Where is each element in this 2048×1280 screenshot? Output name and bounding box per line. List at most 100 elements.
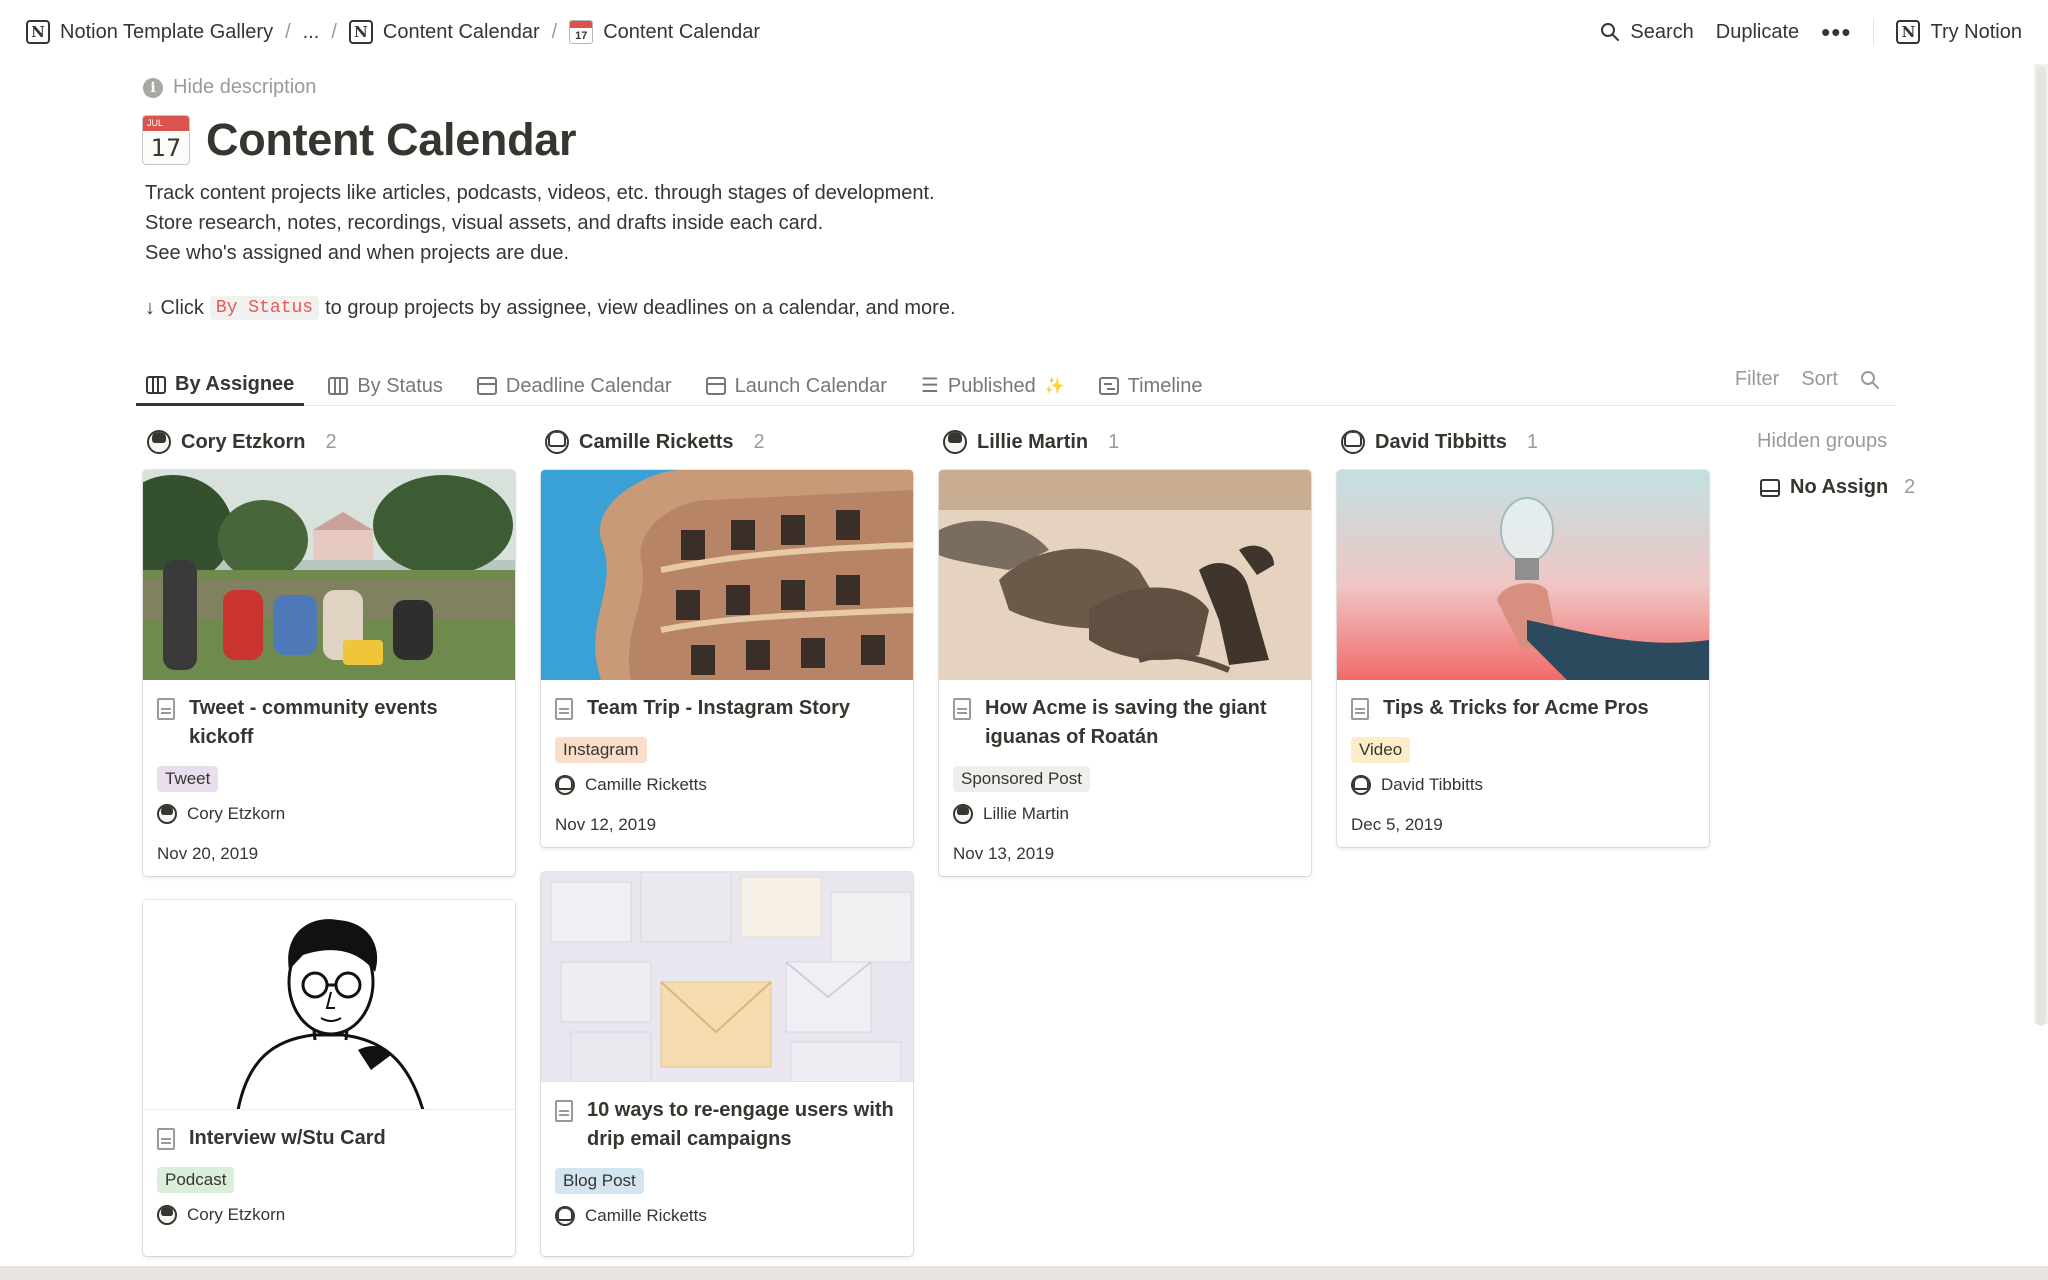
description-line: Store research, notes, recordings, visua… bbox=[145, 212, 824, 234]
notion-logo-icon: N bbox=[1896, 20, 1921, 44]
lightbulb-image bbox=[1337, 470, 1709, 680]
board-column-cory-etzkorn: Cory Etzkorn 2 Tweet - community events … bbox=[143, 420, 515, 1256]
card-title: How Acme is saving the giant iguanas of R… bbox=[953, 694, 1297, 752]
tag-instagram: Instagram bbox=[555, 737, 647, 763]
board-card[interactable]: Tips & Tricks for Acme Pros Video David … bbox=[1337, 470, 1709, 847]
column-count: 1 bbox=[1108, 430, 1120, 453]
envelopes-image bbox=[541, 872, 913, 1082]
tag-video: Video bbox=[1351, 737, 1411, 763]
scrollbar-thumb[interactable] bbox=[2036, 66, 2046, 1026]
avatar bbox=[147, 430, 171, 454]
tab-timeline[interactable]: Timeline bbox=[1089, 358, 1213, 406]
document-icon bbox=[953, 698, 971, 720]
info-icon: i bbox=[143, 77, 163, 98]
timeline-icon bbox=[1098, 377, 1119, 395]
search-icon[interactable] bbox=[1860, 370, 1880, 390]
notion-logo-icon: N bbox=[26, 20, 50, 44]
tag-podcast: Podcast bbox=[157, 1167, 235, 1193]
board-card[interactable]: Tweet - community events kickoff Tweet Co… bbox=[143, 470, 515, 876]
column-header[interactable]: David Tibbitts 1 bbox=[1337, 420, 1709, 464]
description-line: See who's assigned and when projects are… bbox=[145, 242, 570, 264]
card-title: 10 ways to re-engage users with drip emai… bbox=[555, 1096, 899, 1154]
card-cover-image bbox=[143, 470, 515, 680]
breadcrumb-item-ellipsis[interactable]: ... bbox=[303, 21, 320, 44]
page-title[interactable]: Content Calendar bbox=[206, 114, 577, 166]
tab-by-status[interactable]: By Status bbox=[318, 358, 453, 406]
breadcrumb-label: Notion Template Gallery bbox=[60, 20, 274, 43]
board-column-david-tibbitts: David Tibbitts 1 Tips & Tricks for Acme … bbox=[1337, 420, 1709, 847]
sort-button[interactable]: Sort bbox=[1801, 368, 1838, 391]
card-date: Nov 13, 2019 bbox=[953, 844, 1055, 863]
search-button[interactable]: Search bbox=[1600, 21, 1694, 44]
page-calendar-icon[interactable]: JUL 17 bbox=[142, 115, 190, 165]
avatar bbox=[1351, 775, 1371, 795]
breadcrumb-item-gallery[interactable]: N Notion Template Gallery bbox=[26, 20, 273, 44]
hint-text: ↓ Click By Status to group projects by a… bbox=[145, 296, 956, 320]
breadcrumb-item-current-page[interactable]: 17 Content Calendar bbox=[569, 20, 760, 44]
document-icon bbox=[555, 698, 573, 720]
breadcrumb-separator: / bbox=[285, 20, 291, 43]
column-count: 1 bbox=[1526, 430, 1538, 453]
card-date: Nov 12, 2019 bbox=[555, 815, 657, 834]
card-title: Tips & Tricks for Acme Pros bbox=[1351, 694, 1695, 723]
board-card[interactable]: How Acme is saving the giant iguanas of R… bbox=[939, 470, 1311, 876]
column-header[interactable]: Lillie Martin 1 bbox=[939, 420, 1311, 464]
try-notion-button[interactable]: N Try Notion bbox=[1896, 20, 2022, 44]
duplicate-button[interactable]: Duplicate bbox=[1716, 21, 1799, 44]
card-assignee: Cory Etzkorn bbox=[157, 804, 501, 824]
board-card[interactable]: Team Trip - Instagram Story Instagram Ca… bbox=[541, 470, 913, 847]
column-header[interactable]: Camille Ricketts 2 bbox=[541, 420, 913, 464]
avatar bbox=[953, 804, 973, 824]
breadcrumb-separator: / bbox=[331, 20, 337, 43]
breadcrumb-item-content-calendar[interactable]: N Content Calendar bbox=[348, 20, 540, 44]
notion-logo-icon: N bbox=[348, 20, 373, 44]
more-options-button[interactable]: ••• bbox=[1821, 19, 1851, 45]
card-assignee: David Tibbitts bbox=[1351, 775, 1695, 795]
top-actions: Search Duplicate ••• N Try Notion bbox=[1578, 19, 2022, 45]
filter-button[interactable]: Filter bbox=[1735, 368, 1779, 391]
horizontal-scrollbar[interactable] bbox=[0, 1266, 2048, 1280]
vertical-scrollbar[interactable] bbox=[2034, 64, 2048, 1026]
board-column-camille-ricketts: Camille Ricketts 2 Team Trip - Instagram… bbox=[541, 420, 913, 1256]
tab-deadline-calendar[interactable]: Deadline Calendar bbox=[467, 358, 682, 406]
card-cover-image bbox=[939, 470, 1311, 680]
avatar bbox=[157, 1205, 177, 1225]
hide-description-button[interactable]: i Hide description bbox=[143, 76, 316, 99]
document-icon bbox=[1351, 698, 1369, 720]
card-cover-image bbox=[541, 872, 913, 1082]
board-card[interactable]: 10 ways to re-engage users with drip emai… bbox=[541, 872, 913, 1256]
inline-code: By Status bbox=[209, 296, 320, 320]
tab-launch-calendar[interactable]: Launch Calendar bbox=[696, 358, 897, 406]
sparkle-icon: ✨ bbox=[1044, 378, 1065, 395]
card-cover-image bbox=[1337, 470, 1709, 680]
calendar-icon: 17 bbox=[569, 20, 594, 44]
column-count: 2 bbox=[753, 430, 765, 453]
view-tools: Filter Sort bbox=[1735, 358, 1896, 391]
list-icon: ☰ bbox=[920, 375, 939, 397]
card-cover-image bbox=[143, 900, 515, 1110]
card-cover-image bbox=[541, 470, 913, 680]
tag-blog-post: Blog Post bbox=[555, 1168, 644, 1194]
calendar-icon bbox=[476, 377, 497, 395]
divider bbox=[1873, 19, 1875, 45]
card-title: Team Trip - Instagram Story bbox=[555, 694, 899, 723]
breadcrumb-label: ... bbox=[302, 20, 320, 43]
page-description[interactable]: Track content projects like articles, po… bbox=[145, 178, 935, 268]
calendar-icon bbox=[705, 377, 726, 395]
board-column-lillie-martin: Lillie Martin 1 How Acme is saving the g… bbox=[939, 420, 1311, 876]
avatar bbox=[555, 1206, 575, 1226]
avatar bbox=[1341, 430, 1365, 454]
document-icon bbox=[157, 1128, 175, 1150]
document-icon bbox=[555, 1100, 573, 1122]
illustrated-portrait-image bbox=[143, 900, 515, 1109]
wavy-building-image bbox=[541, 470, 913, 680]
tag-tweet: Tweet bbox=[157, 766, 219, 792]
tab-published[interactable]: ☰ Published ✨ bbox=[911, 358, 1075, 406]
card-assignee: Camille Ricketts bbox=[555, 1206, 899, 1226]
column-header[interactable]: Cory Etzkorn 2 bbox=[143, 420, 515, 464]
board-card[interactable]: Interview w/Stu Card Podcast Cory Etzkor… bbox=[143, 900, 515, 1256]
page-title-row: JUL 17 Content Calendar bbox=[142, 114, 577, 166]
iguanas-image bbox=[939, 470, 1311, 680]
hidden-group-no-assign[interactable]: No Assign 2 bbox=[1760, 476, 1915, 499]
tab-by-assignee[interactable]: By Assignee bbox=[136, 358, 305, 406]
